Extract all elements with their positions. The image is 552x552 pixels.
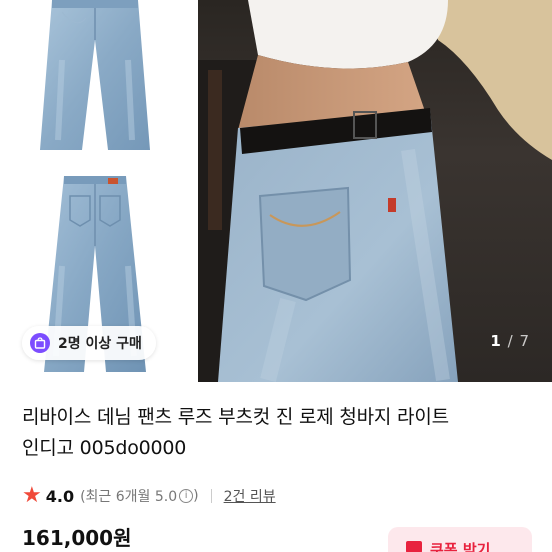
rating-divider — [210, 489, 212, 503]
info-icon[interactable]: i — [179, 489, 194, 503]
product-model-photo: 1 / 7 — [198, 0, 552, 382]
coupon-button[interactable]: 쿠폰 받기 — [388, 527, 532, 552]
rating-note: (최근 6개월 5.0 i ) — [80, 486, 199, 506]
badge-label: 2명 이상 구매 — [58, 336, 142, 352]
rating-note-text: (최근 6개월 5.0 — [80, 489, 178, 505]
shopping-bag-icon — [30, 333, 50, 353]
page-separator: / — [507, 332, 514, 350]
product-title-line-1: 리바이스 데님 팬츠 루즈 부츠컷 진 로제 청바지 라이트 — [22, 406, 449, 428]
product-price: 161,000원 — [22, 526, 132, 550]
product-title-line-2: 인디고 005do0000 — [22, 437, 187, 459]
jeans-front-image — [22, 0, 168, 156]
product-thumbnail-panel: 2명 이상 구매 — [0, 0, 198, 382]
coupon-label: 쿠폰 받기 — [430, 541, 491, 552]
page-current: 1 — [490, 332, 502, 350]
group-purchase-badge: 2명 이상 구매 — [22, 326, 156, 360]
coupon-icon — [406, 541, 422, 552]
star-icon: ★ — [22, 483, 42, 508]
rating-value: 4.0 — [45, 486, 75, 506]
page-total: 7 — [519, 332, 530, 350]
product-title: 리바이스 데님 팬츠 루즈 부츠컷 진 로제 청바지 라이트 인디고 005do… — [22, 402, 532, 464]
image-page-indicator: 1 / 7 — [490, 332, 530, 350]
rating-note-close: ) — [193, 488, 199, 504]
product-image-carousel[interactable]: 2명 이상 구매 1 / 7 — [0, 0, 552, 382]
rating-row: ★ 4.0 (최근 6개월 5.0 i ) 2건 리뷰 — [22, 484, 276, 508]
review-count-link[interactable]: 2건 리뷰 — [224, 486, 276, 506]
